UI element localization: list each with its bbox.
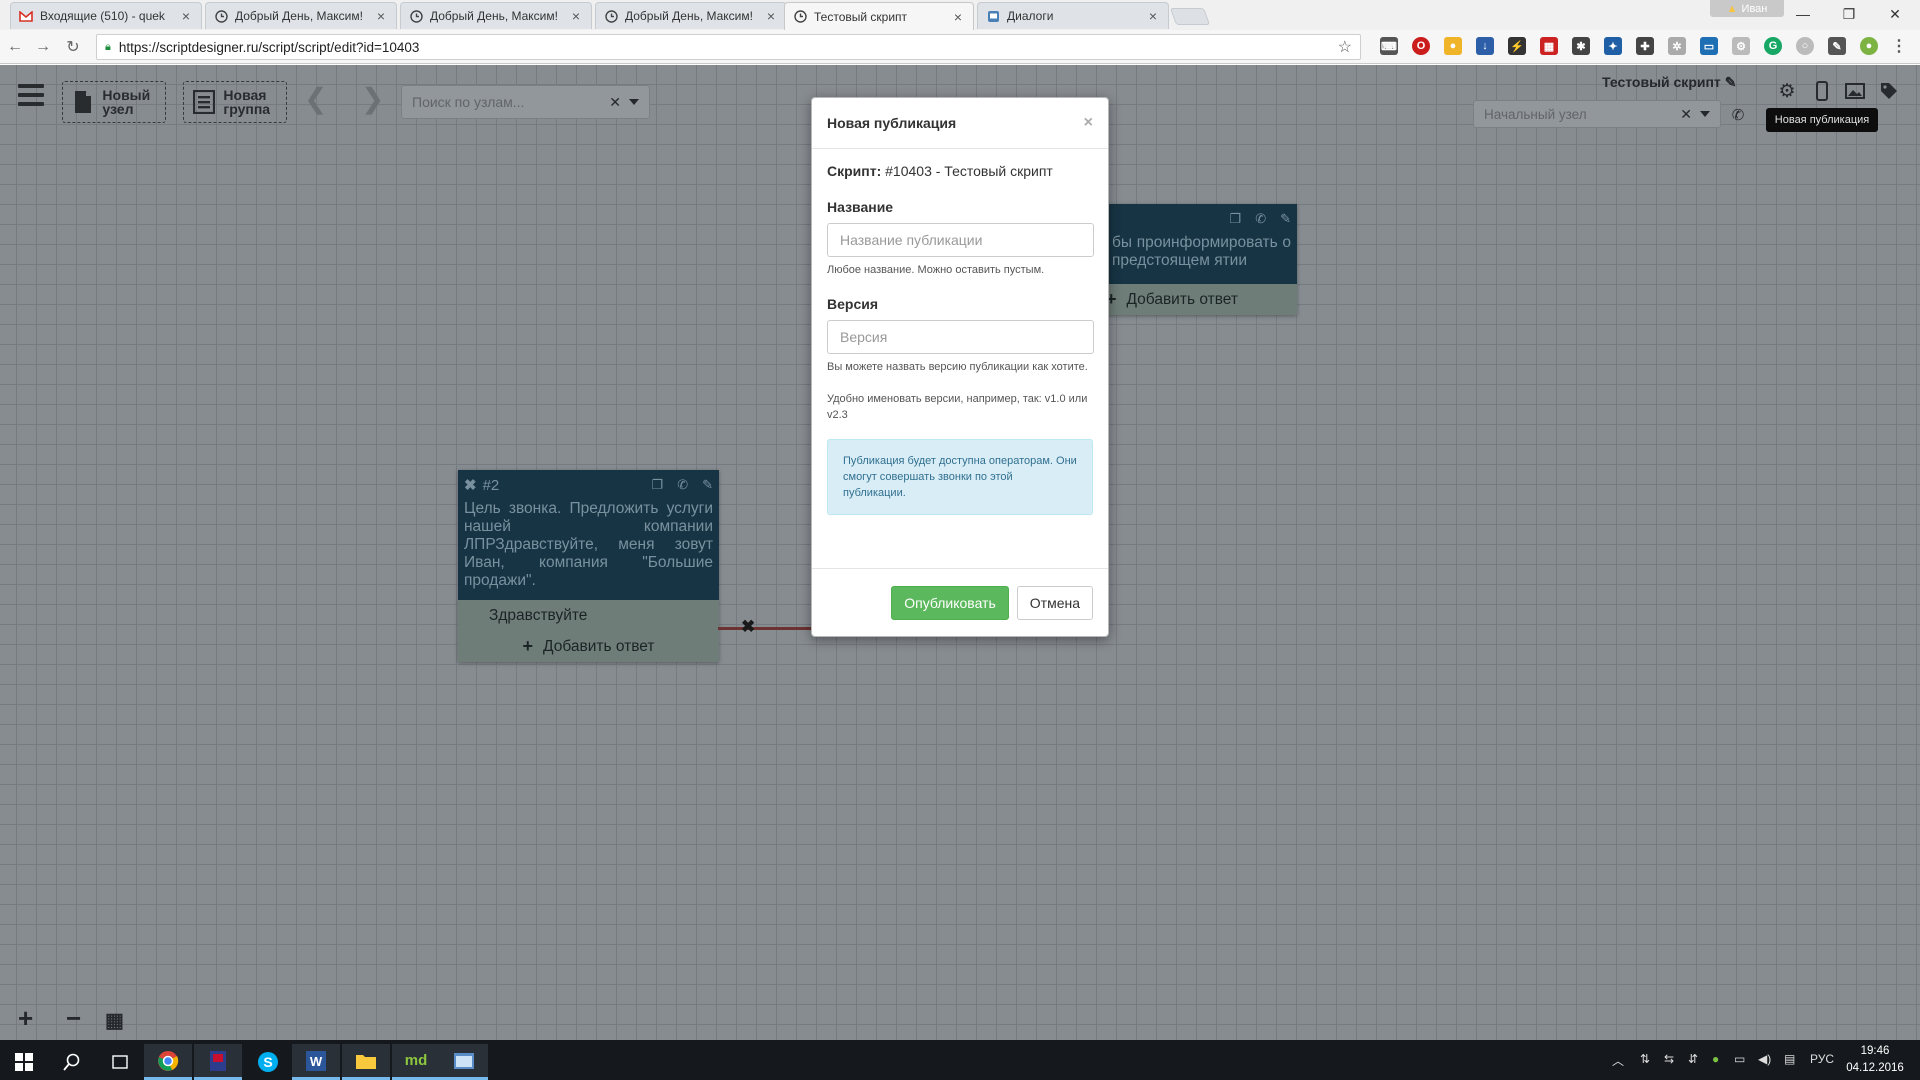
close-icon[interactable]: × — [764, 8, 778, 24]
version-help-text: Вы можете назвать версию публикации как … — [827, 361, 1088, 373]
new-publication-dialog: Новая публикация × Скрипт: #10403 - Тест… — [811, 97, 1109, 637]
close-icon[interactable]: × — [951, 9, 965, 25]
extension-keyboard-icon[interactable]: ⌨ — [1380, 37, 1398, 55]
browser-tab-4[interactable]: Добрый День, Максим! × — [595, 2, 787, 29]
tray-sync-icon[interactable]: ⇆ — [1664, 1052, 1674, 1066]
browser-tab-gmail[interactable]: Входящие (510) - quek × — [10, 2, 202, 29]
cancel-button[interactable]: Отмена — [1016, 585, 1093, 620]
extension-calendar-icon[interactable]: ▦ — [1540, 37, 1558, 55]
clock-icon — [409, 9, 423, 23]
publish-button[interactable]: Опубликовать — [891, 585, 1009, 620]
extension-green-icon[interactable]: ● — [1860, 37, 1878, 55]
close-window-icon[interactable]: ✕ — [1872, 0, 1918, 28]
script-info-value: #10403 - Тестовый скрипт — [885, 163, 1053, 179]
bookmark-star-icon[interactable]: ☆ — [1338, 37, 1352, 57]
windows-start-icon[interactable] — [0, 1044, 48, 1080]
tab-title: Диалоги — [1007, 9, 1054, 23]
extension-lightning-icon[interactable]: ⚡ — [1508, 37, 1526, 55]
system-clock[interactable]: 19:46 04.12.2016 — [1840, 1043, 1910, 1077]
extension-cog-icon[interactable]: ⚙ — [1732, 37, 1750, 55]
browser-tab-bar: Входящие (510) - quek × Добрый День, Мак… — [0, 0, 1920, 30]
tab-title: Входящие (510) - quek — [40, 9, 165, 23]
profile-badge[interactable]: ▲ Иван — [1710, 0, 1784, 17]
tray-network-icon[interactable]: ⇅ — [1640, 1052, 1650, 1066]
extension-puzzle-icon[interactable]: ✚ — [1636, 37, 1654, 55]
task-view-icon[interactable] — [96, 1044, 144, 1080]
restore-icon[interactable]: ❐ — [1826, 0, 1872, 28]
extension-gear-icon[interactable]: ✱ — [1572, 37, 1590, 55]
skype-icon[interactable]: S — [244, 1044, 292, 1080]
clock-icon — [604, 9, 618, 23]
dialog-title: Новая публикация — [827, 115, 957, 131]
gmail-icon — [19, 9, 33, 23]
extension-pen-icon[interactable]: ✎ — [1828, 37, 1846, 55]
search-icon[interactable] — [48, 1044, 96, 1080]
clock-date: 04.12.2016 — [1846, 1062, 1904, 1074]
close-icon[interactable]: × — [1146, 8, 1160, 24]
close-icon[interactable]: × — [179, 8, 193, 24]
lock-icon: 🔒︎ — [105, 40, 111, 53]
browser-tab-dialogs[interactable]: Диалоги × — [977, 2, 1169, 29]
clock-icon — [793, 10, 807, 24]
tray-notification-icon[interactable]: ▤ — [1784, 1052, 1795, 1066]
version-example-text: Удобно именовать версии, например, так: … — [827, 393, 1088, 421]
browser-toolbar: ← → ↻ 🔒︎ https://scriptdesigner.ru/scrip… — [0, 30, 1920, 64]
tray-volume-icon[interactable]: ◀) — [1758, 1052, 1771, 1066]
tray-device-icon[interactable]: ⇵ — [1688, 1052, 1698, 1066]
warning-icon: ▲ — [1726, 2, 1738, 15]
screenshot-app-icon[interactable] — [440, 1044, 488, 1080]
tray-chevron-up-icon[interactable]: ︿ — [1612, 1052, 1624, 1069]
url-text: https://scriptdesigner.ru/script/script/… — [118, 39, 420, 55]
extension-circle-icon[interactable]: ○ — [1796, 37, 1814, 55]
publication-name-input[interactable] — [827, 223, 1094, 257]
extension-opera-icon[interactable]: O — [1412, 37, 1430, 55]
extension-grammarly-icon[interactable]: G — [1764, 37, 1782, 55]
clock-time: 19:46 — [1860, 1045, 1890, 1057]
close-icon[interactable]: × — [569, 8, 583, 24]
file-explorer-icon[interactable] — [342, 1044, 390, 1080]
tray-monitor-icon[interactable]: ▭ — [1734, 1052, 1745, 1066]
svg-text:W: W — [310, 1054, 323, 1069]
svg-text:S: S — [263, 1054, 272, 1070]
reload-icon[interactable]: ↻ — [62, 36, 84, 58]
profile-name: Иван — [1741, 2, 1768, 15]
version-field-label: Версия — [827, 296, 879, 312]
chrome-taskbar-icon[interactable] — [144, 1044, 192, 1080]
browser-tab-active[interactable]: Тестовый скрипт × — [784, 2, 974, 30]
dialogs-icon — [986, 9, 1000, 23]
extension-download-icon[interactable]: ↓ — [1476, 37, 1494, 55]
script-info: Скрипт: #10403 - Тестовый скрипт — [827, 163, 1093, 179]
clock-icon — [214, 9, 228, 23]
tab-title: Добрый День, Максим! — [625, 9, 753, 23]
minimize-icon[interactable]: — — [1780, 0, 1826, 28]
close-icon[interactable]: × — [1084, 114, 1093, 132]
back-icon[interactable]: ← — [4, 36, 26, 58]
extension-star-icon[interactable]: ✦ — [1604, 37, 1622, 55]
windows-taskbar: S W md ︿ ⇅ ⇆ ⇵ ● ▭ ◀) ▤ РУС — [0, 1040, 1920, 1080]
tab-title: Тестовый скрипт — [814, 9, 908, 24]
app-taskbar-icon[interactable] — [194, 1044, 242, 1080]
extension-screen-icon[interactable]: ▭ — [1700, 37, 1718, 55]
browser-tab-3[interactable]: Добрый День, Максим! × — [400, 2, 592, 29]
tab-title: Добрый День, Максим! — [235, 9, 363, 23]
script-info-label: Скрипт: — [827, 163, 882, 179]
info-alert: Публикация будет доступна операторам. Он… — [827, 439, 1093, 515]
extension-snowflake-icon[interactable]: ✲ — [1668, 37, 1686, 55]
browser-menu-icon[interactable]: ⋮ — [1890, 37, 1908, 55]
tab-title: Добрый День, Максим! — [430, 9, 558, 23]
word-icon[interactable]: W — [292, 1044, 340, 1080]
extension-coin-icon[interactable]: ● — [1444, 37, 1462, 55]
new-tab-button[interactable] — [1169, 8, 1211, 25]
browser-tab-2[interactable]: Добрый День, Максим! × — [205, 2, 397, 29]
tray-app-icon[interactable]: ● — [1712, 1052, 1719, 1066]
tray-language[interactable]: РУС — [1810, 1052, 1834, 1066]
version-input[interactable] — [827, 320, 1094, 354]
md-app-icon[interactable]: md — [392, 1044, 440, 1080]
name-field-label: Название — [827, 199, 894, 215]
close-icon[interactable]: × — [374, 8, 388, 24]
name-help-text: Любое название. Можно оставить пустым. — [827, 264, 1045, 276]
forward-icon[interactable]: → — [32, 36, 54, 58]
address-bar[interactable]: 🔒︎ https://scriptdesigner.ru/script/scri… — [96, 34, 1361, 60]
